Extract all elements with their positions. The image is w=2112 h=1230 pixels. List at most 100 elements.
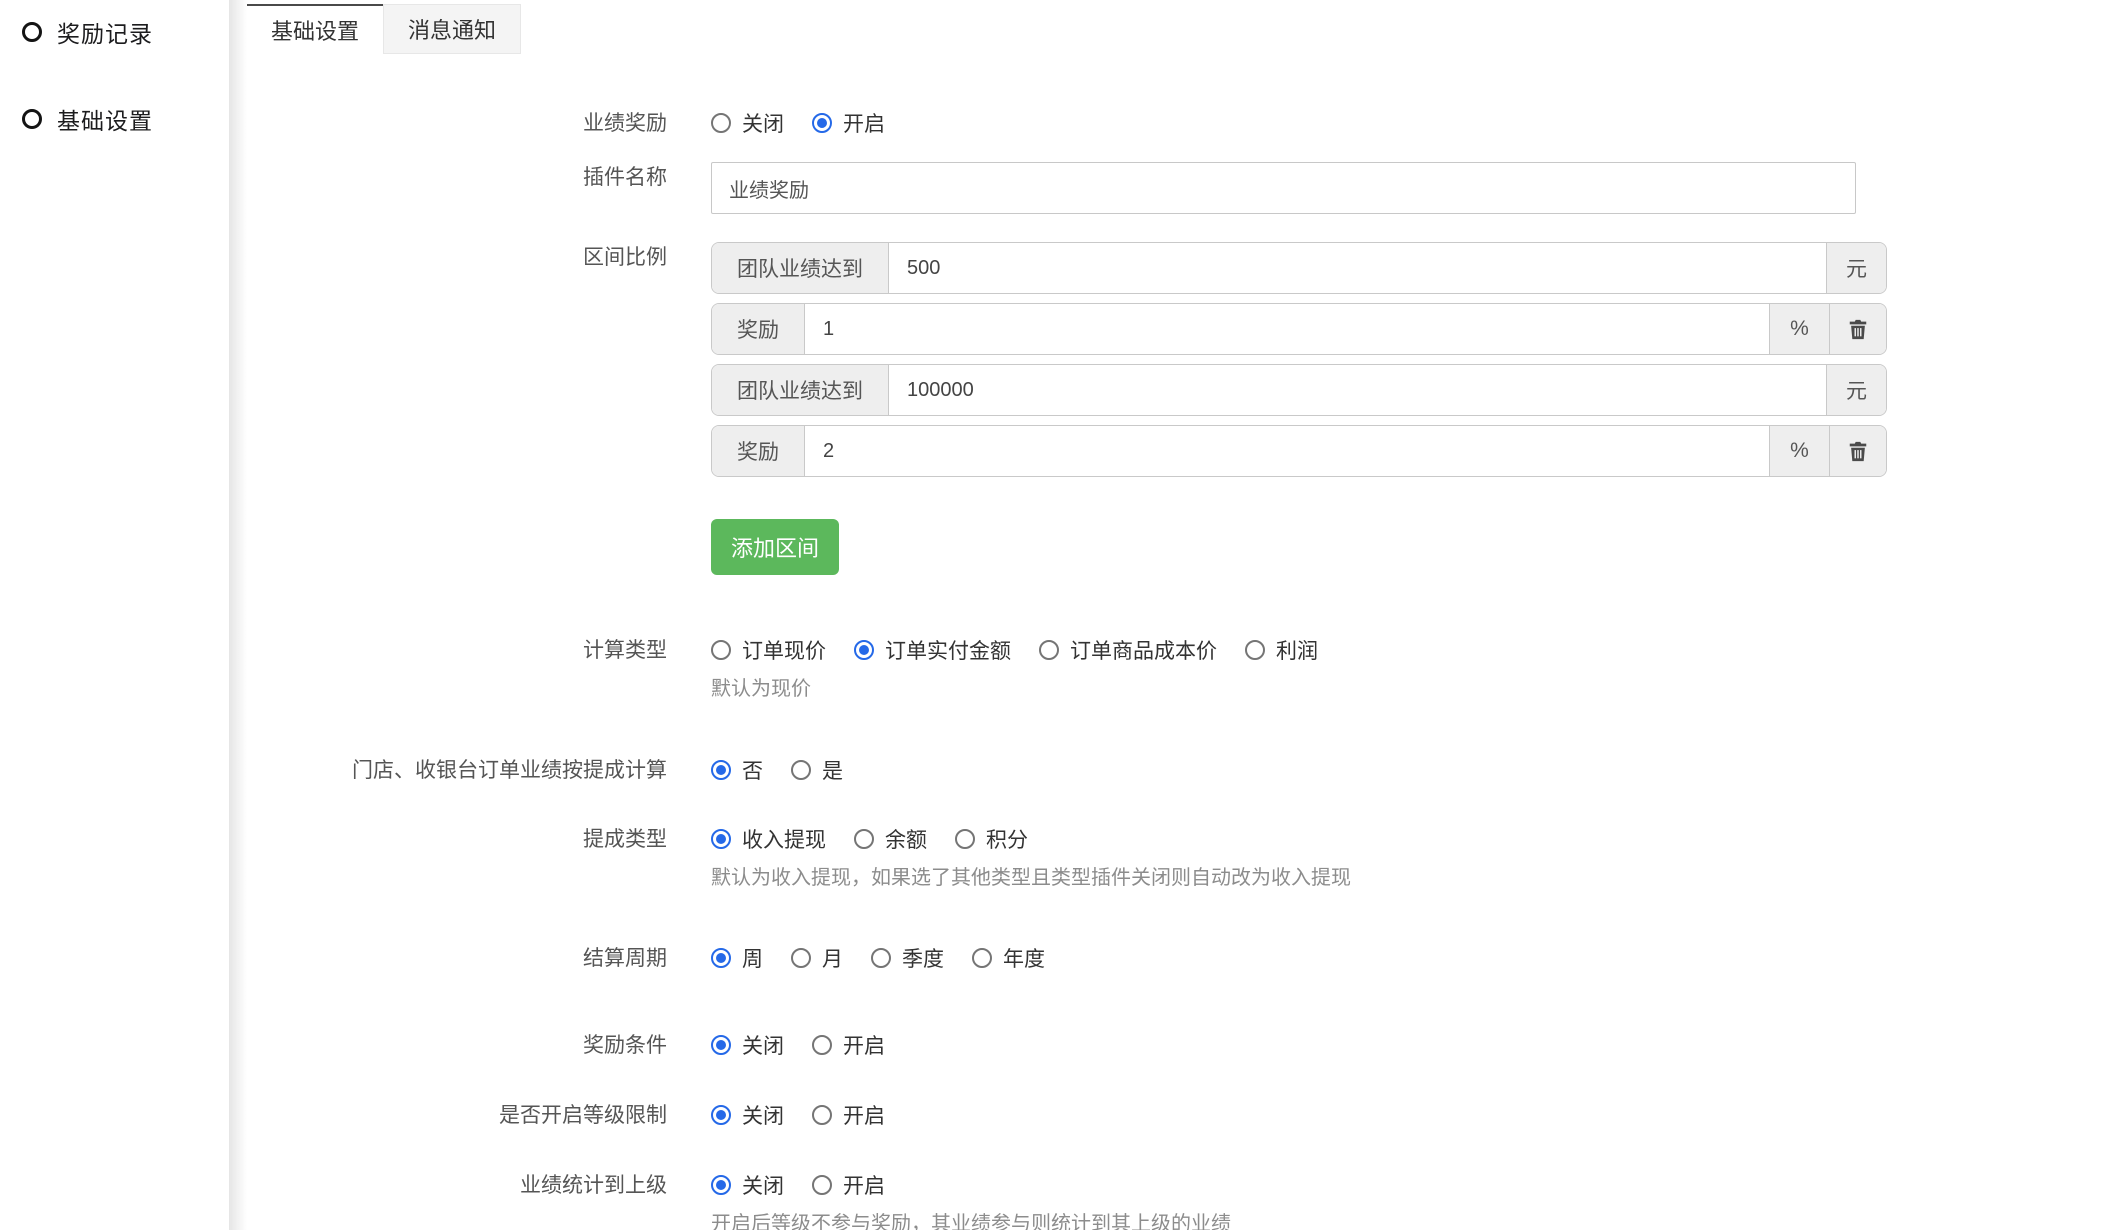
settlement-cycle-option-label: 季度 [902, 943, 944, 973]
performance-reward-radio-group: 关闭开启 [711, 108, 1887, 138]
radio-icon[interactable] [955, 829, 975, 849]
tab-basic-settings[interactable]: 基础设置 [247, 4, 383, 54]
interval-prefix-label: 团队业绩达到 [712, 243, 889, 293]
settlement-cycle-option-0[interactable]: 周 [711, 943, 763, 973]
calc-type-option-label: 利润 [1276, 635, 1318, 665]
radio-icon[interactable] [854, 829, 874, 849]
sidebar-item-label: 基础设置 [57, 102, 153, 136]
commission-type-option-2[interactable]: 积分 [955, 824, 1028, 854]
calc-type-option-3[interactable]: 利润 [1245, 635, 1318, 665]
radio-icon[interactable] [711, 113, 731, 133]
form-row-level-limit: 是否开启等级限制 关闭开启 [247, 1100, 2112, 1130]
calc-type-option-0[interactable]: 订单现价 [711, 635, 826, 665]
radio-selected-icon[interactable] [711, 948, 731, 968]
radio-icon[interactable] [791, 760, 811, 780]
performance-to-superior-help-text: 开启后等级不参与奖励，其业绩参与则统计到其上级的业绩 [711, 1211, 1887, 1230]
delete-interval-button[interactable] [1829, 304, 1886, 354]
radio-icon[interactable] [871, 948, 891, 968]
performance-to-superior-control: 关闭 开启开启后等级不参与奖励，其业绩参与则统计到其上级的业绩 [711, 1170, 1887, 1230]
interval-row-0: 团队业绩达到元 [711, 242, 1887, 294]
level-limit-option-1[interactable]: 开启 [812, 1100, 885, 1130]
radio-selected-icon[interactable] [812, 113, 832, 133]
tab-message-notification[interactable]: 消息通知 [383, 4, 521, 54]
radio-selected-icon[interactable] [854, 640, 874, 660]
level-limit-option-0[interactable]: 关闭 [711, 1100, 784, 1130]
radio-icon[interactable] [812, 1105, 832, 1125]
level-limit-label: 是否开启等级限制 [247, 1100, 667, 1130]
plugin-name-input[interactable] [711, 162, 1856, 214]
performance-to-superior-option-1[interactable]: 开启 [812, 1170, 885, 1200]
performance-reward-option-1[interactable]: 开启 [812, 108, 885, 138]
radio-icon[interactable] [1039, 640, 1059, 660]
reward-condition-option-1[interactable]: 开启 [812, 1030, 885, 1060]
interval-unit-label: % [1769, 426, 1829, 476]
calc-type-option-label: 订单实付金额 [885, 635, 1011, 665]
add-interval-button[interactable]: 添加区间 [711, 519, 839, 575]
interval-unit-label: 元 [1826, 365, 1886, 415]
radio-icon[interactable] [791, 948, 811, 968]
interval-value-input-0[interactable] [889, 243, 1826, 293]
performance-reward-option-label: 关闭 [742, 108, 784, 138]
settlement-cycle-option-label: 月 [822, 943, 843, 973]
commission-type-help-text: 默认为收入提现，如果选了其他类型且类型插件关闭则自动改为收入提现 [711, 865, 1887, 891]
calc-type-option-1[interactable]: 订单实付金额 [854, 635, 1011, 665]
radio-selected-icon[interactable] [711, 829, 731, 849]
radio-selected-icon[interactable] [711, 760, 731, 780]
performance-to-superior-option-label: 开启 [843, 1170, 885, 1200]
calc-type-option-label: 订单现价 [742, 635, 826, 665]
add-interval-control: 添加区间 [711, 519, 1887, 575]
settlement-cycle-label: 结算周期 [247, 943, 667, 973]
calc-type-radio-group: 订单现价 订单实付金额订单商品成本价 利润 [711, 635, 1887, 665]
sidebar: 奖励记录 基础设置 [0, 0, 229, 1230]
form-row-store-pos-commission: 门店、收银台订单业绩按提成计算否是 [247, 755, 2112, 785]
interval-value-input-3[interactable] [805, 426, 1769, 476]
calc-type-label: 计算类型 [247, 635, 667, 665]
calc-type-option-2[interactable]: 订单商品成本价 [1039, 635, 1217, 665]
radio-icon[interactable] [812, 1175, 832, 1195]
radio-icon[interactable] [711, 640, 731, 660]
circle-icon [22, 109, 42, 129]
form-row-add-interval: 添加区间 [247, 519, 2112, 575]
reward-condition-radio-group: 关闭开启 [711, 1030, 1887, 1060]
radio-selected-icon[interactable] [711, 1175, 731, 1195]
commission-type-option-1[interactable]: 余额 [854, 824, 927, 854]
level-limit-control: 关闭开启 [711, 1100, 1887, 1130]
radio-icon[interactable] [1245, 640, 1265, 660]
commission-type-option-0[interactable]: 收入提现 [711, 824, 826, 854]
radio-icon[interactable] [812, 1035, 832, 1055]
settlement-cycle-option-2[interactable]: 季度 [871, 943, 944, 973]
commission-type-control: 收入提现余额 积分默认为收入提现，如果选了其他类型且类型插件关闭则自动改为收入提现 [711, 824, 1887, 891]
interval-prefix-label: 奖励 [712, 304, 805, 354]
store-pos-commission-radio-group: 否是 [711, 755, 1887, 785]
plugin-name-control [711, 162, 1887, 214]
level-limit-radio-group: 关闭开启 [711, 1100, 1887, 1130]
form-row-plugin-name: 插件名称 [247, 162, 2112, 214]
delete-interval-button[interactable] [1829, 426, 1886, 476]
level-limit-option-label: 关闭 [742, 1100, 784, 1130]
interval-value-input-1[interactable] [805, 304, 1769, 354]
form-row-performance-to-superior: 业绩统计到上级关闭开启开启后等级不参与奖励，其业绩参与则统计到其上级的业绩 [247, 1170, 2112, 1230]
performance-reward-option-0[interactable]: 关闭 [711, 108, 784, 138]
trash-icon [1847, 440, 1869, 462]
radio-icon[interactable] [972, 948, 992, 968]
form-row-reward-condition: 奖励条件关闭开启 [247, 1030, 2112, 1060]
commission-type-option-label: 积分 [986, 824, 1028, 854]
settlement-cycle-option-3[interactable]: 年度 [972, 943, 1045, 973]
reward-condition-control: 关闭开启 [711, 1030, 1887, 1060]
sidebar-item-reward-records[interactable]: 奖励记录 [0, 6, 229, 58]
reward-condition-option-0[interactable]: 关闭 [711, 1030, 784, 1060]
plugin-name-label: 插件名称 [247, 162, 667, 192]
sidebar-item-basic-settings[interactable]: 基础设置 [0, 93, 229, 145]
interval-ratio-label: 区间比例 [247, 242, 667, 272]
performance-to-superior-option-0[interactable]: 关闭 [711, 1170, 784, 1200]
settlement-cycle-option-label: 周 [742, 943, 763, 973]
store-pos-commission-option-1[interactable]: 是 [791, 755, 843, 785]
store-pos-commission-option-0[interactable]: 否 [711, 755, 763, 785]
radio-selected-icon[interactable] [711, 1035, 731, 1055]
radio-selected-icon[interactable] [711, 1105, 731, 1125]
settlement-cycle-option-1[interactable]: 月 [791, 943, 843, 973]
store-pos-commission-option-label: 否 [742, 755, 763, 785]
interval-value-input-2[interactable] [889, 365, 1826, 415]
performance-to-superior-option-label: 关闭 [742, 1170, 784, 1200]
commission-type-label: 提成类型 [247, 824, 667, 854]
